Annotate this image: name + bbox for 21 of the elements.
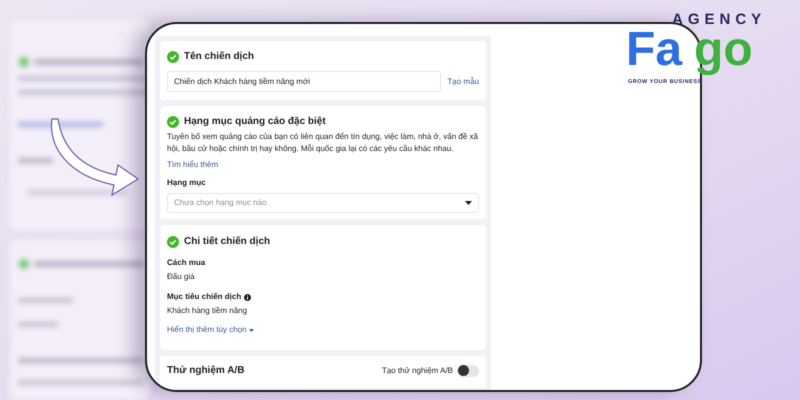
input-field[interactable]: Chiến dịch Khách hàng tiềm năng mới (167, 71, 442, 92)
learn-more-link[interactable]: Tìm hiểu thêm (167, 159, 218, 171)
toggle-switch[interactable] (457, 364, 479, 376)
toggle-label: Tạo thử nghiệm A/B (382, 364, 453, 376)
card-title: Thử nghiệm A/B (167, 364, 244, 378)
card-title: Tên chiến dịch (184, 50, 254, 64)
caret-icon (465, 201, 472, 205)
logo-fa-text: Fa (626, 26, 682, 74)
template-link[interactable]: Tạo mẫu (447, 76, 479, 88)
dropdown-placeholder: Chưa chọn hạng mục nào (174, 197, 267, 209)
field-value: Khách hàng tiềm năng (167, 305, 248, 317)
description-text: Tuyên bố xem quảng cáo của bạn có liên quan đến tín dụng, việc làm, nhà ở, vấn đề xã hội, bầu cử hoặc chính trị hay không. Mỗi quốc gia lại có các yêu cầu khác nhau. (167, 131, 479, 155)
show-more-link[interactable]: Hiển thị thêm tùy chọn (167, 324, 254, 336)
card-title: Hạng mục quảng cáo đặc biệt (184, 115, 326, 129)
field-label: Mục tiêu chiến dịch (167, 291, 242, 303)
field-label: Cách mua (167, 257, 206, 269)
caret-icon (248, 328, 254, 332)
card-title: Chi tiết chiến dịch (184, 235, 270, 249)
field-value: Đấu giá (167, 271, 196, 283)
logo-agency-text: AGENCY (672, 12, 766, 28)
field-label: Hạng mục (167, 177, 207, 189)
